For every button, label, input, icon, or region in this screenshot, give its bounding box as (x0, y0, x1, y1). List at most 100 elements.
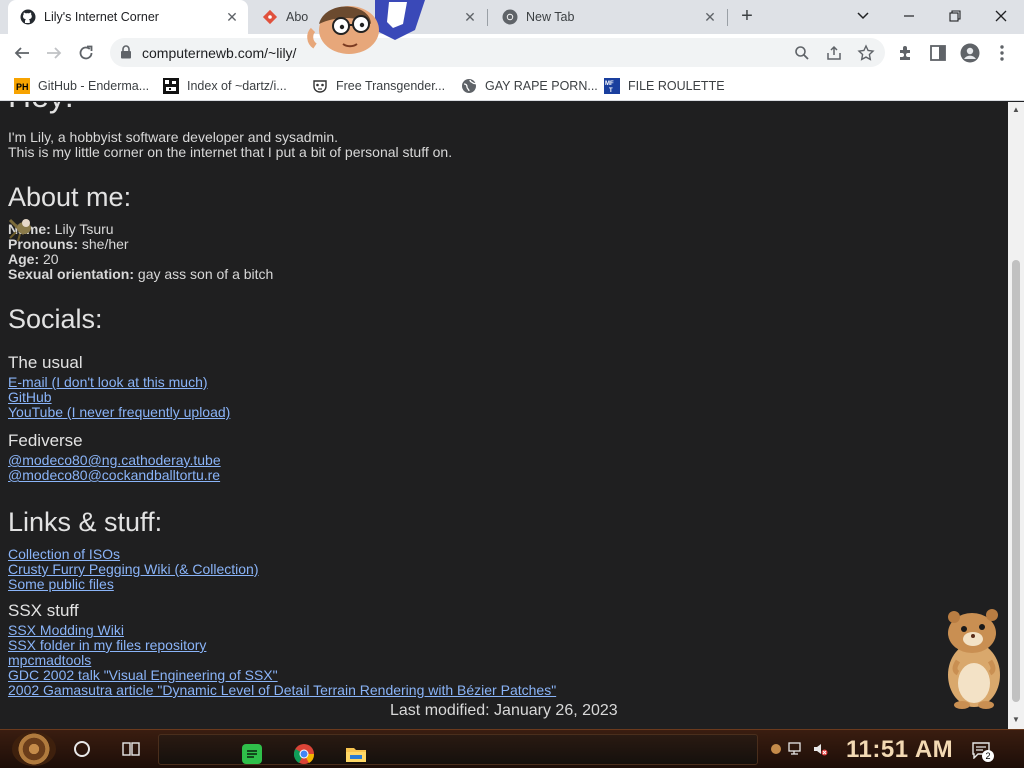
address-bar[interactable]: computernewb.com/~lily/ (110, 38, 885, 67)
intro-line-1: I'm Lily, a hobbyist software developer … (8, 129, 339, 145)
bookmark-file-roulette[interactable]: MF T FILE ROULETTE (604, 77, 725, 95)
tab-title: Lily's Internet Corner (44, 10, 159, 24)
link-pegging-wiki[interactable]: Crusty Furry Pegging Wiki (& Collection) (8, 562, 259, 577)
tab-strip: Lily's Internet Corner ✕ Abo ✕ New Tab ✕… (0, 0, 1024, 34)
kebab-menu-icon[interactable] (992, 43, 1012, 63)
about-row-age: Age: 20 (8, 252, 59, 267)
reload-button[interactable] (73, 40, 99, 66)
hamster-desktop-pet[interactable] (940, 605, 1008, 709)
url-text[interactable]: computernewb.com/~lily/ (142, 45, 296, 61)
cartoon-man-desktop-pet[interactable] (305, 0, 433, 60)
gitea-diamond-icon (262, 9, 278, 25)
taskbar-clock[interactable]: 11:51 AM (846, 736, 953, 764)
restore-button[interactable] (942, 4, 968, 28)
bookmark-label: FILE ROULETTE (628, 79, 725, 93)
about-value: 20 (39, 251, 59, 267)
link-fediverse-cockandballtortu[interactable]: @modeco80@cockandballtortu.re (8, 468, 220, 483)
taskbar: 11:51 AM 2 (0, 729, 1024, 768)
notes-app-icon[interactable] (241, 743, 263, 765)
about-label: Age: (8, 251, 40, 267)
link-gdc-2002-talk[interactable]: GDC 2002 talk "Visual Engineering of SSX… (8, 668, 278, 683)
bookmark-label: Free Transgender... (336, 79, 446, 93)
about-value: she/her (78, 236, 129, 252)
link-github[interactable]: GitHub (8, 390, 52, 405)
link-email[interactable]: E-mail (I don't look at this much) (8, 375, 208, 390)
taskbar-app-panel (158, 734, 758, 765)
bookmark-index-dartz[interactable]: Index of ~dartz/i... (163, 77, 287, 95)
minimize-button[interactable] (896, 4, 922, 28)
globe-icon (461, 78, 477, 94)
about-heading: About me: (8, 182, 132, 212)
about-value: gay ass son of a bitch (134, 266, 274, 282)
link-ssx-folder[interactable]: SSX folder in my files repository (8, 638, 206, 653)
task-view-icon[interactable] (122, 740, 140, 758)
mft-icon: MF T (604, 78, 620, 94)
network-icon[interactable] (788, 741, 804, 757)
tray-overflow-icon[interactable] (768, 741, 784, 757)
svg-text:MF: MF (605, 81, 614, 87)
bookmark-free-transgender[interactable]: Free Transgender... (312, 77, 445, 95)
new-tab-button[interactable]: + (736, 6, 758, 28)
share-icon[interactable] (825, 44, 843, 62)
about-value: Lily Tsuru (50, 221, 114, 237)
bookmark-star-icon[interactable] (857, 44, 875, 62)
bookmark-label: Index of ~dartz/i... (187, 79, 287, 93)
window-close-button[interactable] (988, 4, 1014, 28)
svg-text:PH: PH (16, 82, 29, 92)
search-icon[interactable] (793, 44, 811, 62)
web-page-content: Hey! I'm Lily, a hobbyist software devel… (0, 102, 1008, 729)
bookmarks-bar: PH GitHub - Enderma... Index of ~dartz/i… (0, 71, 1024, 101)
svg-text:T: T (609, 88, 613, 94)
bookmark-label: GAY RAPE PORN... (485, 79, 598, 93)
link-public-files[interactable]: Some public files (8, 577, 114, 592)
screen: Lily's Internet Corner ✕ Abo ✕ New Tab ✕… (0, 0, 1024, 768)
back-button[interactable] (9, 40, 35, 66)
profile-avatar-icon[interactable] (960, 43, 980, 63)
tab-separator (727, 9, 728, 26)
close-icon[interactable]: ✕ (462, 9, 478, 25)
link-collection-of-isos[interactable]: Collection of ISOs (8, 547, 120, 562)
link-mpcmadtools[interactable]: mpcmadtools (8, 653, 91, 668)
link-youtube[interactable]: YouTube (I never frequently upload) (8, 405, 230, 420)
tab-lilys-internet-corner[interactable]: Lily's Internet Corner ✕ (8, 0, 248, 34)
search-circle-icon[interactable] (74, 741, 90, 757)
ph-logo-icon: PH (14, 78, 30, 94)
about-label: Sexual orientation: (8, 266, 135, 282)
page-heading: Hey! (8, 102, 74, 115)
extensions-icon[interactable] (896, 43, 916, 63)
bookmark-gay-rape-porn[interactable]: GAY RAPE PORN... (461, 77, 598, 95)
volume-muted-icon[interactable] (812, 741, 828, 757)
tab-title: New Tab (526, 10, 575, 24)
intro-line-2: This is my little corner on the internet… (8, 144, 453, 160)
link-gamasutra-article[interactable]: 2002 Gamasutra article "Dynamic Level of… (8, 683, 556, 698)
start-button[interactable] (12, 732, 56, 766)
scroll-thumb[interactable] (1012, 260, 1020, 702)
fediverse-heading: Fediverse (8, 431, 83, 450)
pixel-folder-icon (163, 78, 179, 94)
small-creature-desktop-pet[interactable] (6, 214, 36, 242)
links-heading: Links & stuff: (8, 507, 163, 537)
about-row-orientation: Sexual orientation: gay ass son of a bit… (8, 267, 273, 282)
tab-search-chevron-icon[interactable] (850, 4, 876, 28)
side-panel-icon[interactable] (928, 43, 948, 63)
close-icon[interactable]: ✕ (224, 9, 240, 25)
chrome-icon (502, 9, 518, 25)
lock-icon[interactable] (120, 45, 132, 64)
link-ssx-modding-wiki[interactable]: SSX Modding Wiki (8, 623, 124, 638)
scroll-down-arrow-icon[interactable]: ▼ (1011, 715, 1021, 725)
bookmark-github-enderman[interactable]: PH GitHub - Enderma... (14, 77, 149, 95)
page-scrollbar[interactable]: ▲ ▼ (1008, 102, 1024, 729)
file-explorer-icon[interactable] (345, 743, 367, 765)
chrome-taskbar-icon[interactable] (293, 743, 315, 765)
last-modified: Last modified: January 26, 2023 (390, 702, 618, 719)
link-fediverse-cathoderay[interactable]: @modeco80@ng.cathoderay.tube (8, 453, 221, 468)
socials-heading: Socials: (8, 304, 103, 334)
close-icon[interactable]: ✕ (702, 9, 718, 25)
scroll-up-arrow-icon[interactable]: ▲ (1011, 105, 1021, 115)
bookmark-label: GitHub - Enderma... (38, 79, 150, 93)
tab-new-tab[interactable]: New Tab ✕ (490, 0, 726, 34)
the-usual-heading: The usual (8, 353, 83, 372)
forward-button[interactable] (41, 40, 67, 66)
mask-icon (312, 78, 328, 94)
ssx-heading: SSX stuff (8, 601, 79, 620)
